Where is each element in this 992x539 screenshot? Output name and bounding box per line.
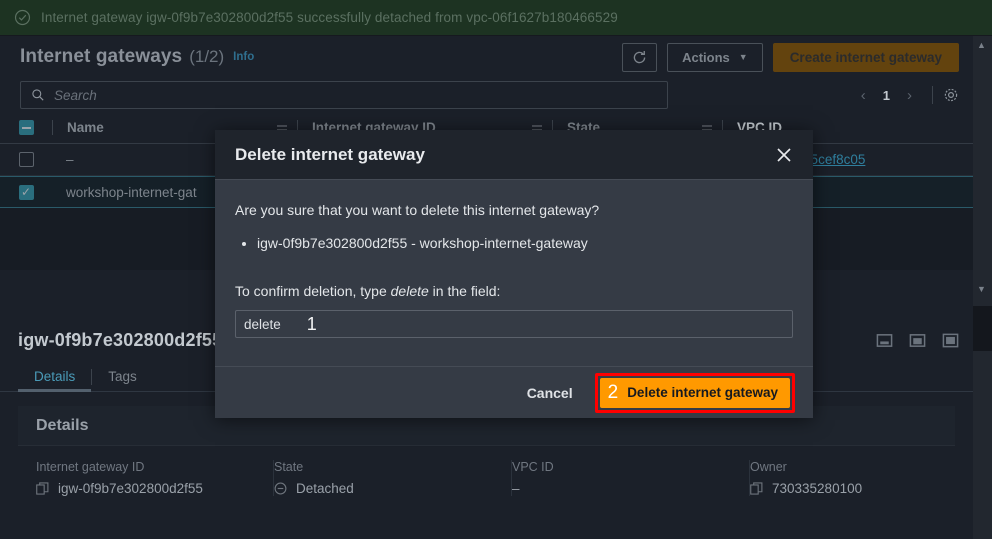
detail-field-value-row: 730335280100 (750, 481, 974, 496)
success-flash-message: Internet gateway igw-0f9b7e302800d2f55 s… (41, 10, 618, 25)
panel-action-buttons: Actions ▼ Create internet gateway (622, 42, 959, 72)
detail-field-owner: Owner 730335280100 (750, 460, 988, 496)
row-checkbox[interactable] (18, 152, 34, 167)
info-link[interactable]: Info (233, 51, 254, 63)
cancel-button[interactable]: Cancel (523, 379, 577, 407)
detail-field-label: Owner (750, 460, 787, 474)
detail-panel-title: igw-0f9b7e302800d2f55 (18, 329, 223, 350)
column-divider (52, 120, 53, 135)
scroll-thumb[interactable] (973, 306, 992, 351)
search-input[interactable]: Search (20, 81, 668, 109)
chevron-down-icon: ▼ (738, 51, 748, 62)
detail-field-value-row: Detached (274, 481, 497, 496)
actions-dropdown-button[interactable]: Actions ▼ (667, 42, 763, 72)
modal-body: Are you sure that you want to delete thi… (215, 180, 813, 338)
modal-target-list: igw-0f9b7e302800d2f55 - workshop-interne… (257, 235, 793, 251)
annotation-marker-1: 1 (306, 314, 317, 334)
gear-icon[interactable] (943, 87, 959, 103)
modal-title: Delete internet gateway (235, 144, 425, 164)
detail-field-label: VPC ID (512, 460, 554, 474)
actions-label: Actions (682, 49, 730, 65)
pagination: ‹ 1 › (851, 86, 959, 104)
detail-field-value: 730335280100 (772, 481, 863, 496)
pagination-page-1[interactable]: 1 (878, 88, 895, 103)
app-root: Internet gateway igw-0f9b7e302800d2f55 s… (0, 0, 992, 539)
annotation-marker-2: 2 (607, 382, 619, 403)
details-card-title: Details (36, 416, 89, 434)
copy-icon[interactable] (750, 482, 763, 495)
modal-footer: Cancel 2 Delete internet gateway (215, 366, 813, 418)
confirm-keyword: delete (390, 283, 429, 299)
select-all-checkbox[interactable] (18, 120, 34, 135)
scroll-down-icon[interactable]: ▼ (977, 284, 986, 294)
modal-question: Are you sure that you want to delete thi… (235, 202, 600, 218)
panel-split-bottom-icon[interactable] (876, 332, 893, 349)
page-title-count: (1/2) (189, 47, 225, 66)
detail-field-vpc-id: VPC ID – (512, 460, 750, 496)
pagination-next[interactable]: › (897, 87, 922, 104)
row-checkbox-cell: ✓ (0, 184, 52, 200)
detail-field-label: State (274, 460, 304, 474)
detail-field-value: igw-0f9b7e302800d2f55 (58, 481, 203, 496)
modal-confirm-instruction: To confirm deletion, type delete in the … (235, 283, 793, 299)
tab-details[interactable]: Details (18, 362, 92, 392)
select-all-checkbox-cell (0, 120, 52, 135)
detail-field-label: Internet gateway ID (36, 460, 145, 474)
delete-button-highlight: 2 Delete internet gateway (594, 372, 795, 413)
confirm-delete-input[interactable]: delete 1 (235, 310, 793, 338)
status-detached-icon (274, 482, 287, 495)
tab-tags[interactable]: Tags (92, 362, 153, 391)
success-flash-banner: Internet gateway igw-0f9b7e302800d2f55 s… (0, 0, 992, 36)
details-card: Details Internet gateway ID igw-0f9b7e30… (18, 406, 955, 496)
panel-full-icon[interactable] (942, 332, 959, 349)
confirm-suffix: in the field: (428, 283, 501, 299)
row-checkbox[interactable]: ✓ (18, 184, 34, 200)
delete-internet-gateway-button[interactable]: 2 Delete internet gateway (599, 377, 790, 408)
copy-icon[interactable] (36, 482, 49, 495)
panel-layout-controls (876, 332, 959, 349)
close-icon[interactable] (775, 146, 793, 164)
pagination-prev[interactable]: ‹ (851, 87, 876, 104)
search-icon (32, 89, 44, 101)
list-item: igw-0f9b7e302800d2f55 - workshop-interne… (257, 235, 793, 251)
detail-field-internet-gateway-id: Internet gateway ID igw-0f9b7e302800d2f5… (36, 460, 274, 496)
delete-button-label: Delete internet gateway (627, 385, 778, 400)
confirm-delete-input-value: delete (244, 316, 281, 332)
pagination-divider (932, 86, 933, 104)
refresh-icon (633, 50, 646, 63)
confirm-prefix: To confirm deletion, type (235, 283, 391, 299)
details-field-grid: Internet gateway ID igw-0f9b7e302800d2f5… (18, 446, 955, 496)
column-header-name-label: Name (67, 120, 104, 135)
detail-field-value-row: igw-0f9b7e302800d2f55 (36, 481, 259, 496)
delete-internet-gateway-modal: Delete internet gateway Are you sure tha… (215, 130, 813, 418)
panel-split-side-icon[interactable] (909, 332, 926, 349)
search-row: Search ‹ 1 › (0, 78, 973, 112)
refresh-button[interactable] (622, 42, 658, 72)
detail-field-state: State Detached (274, 460, 512, 496)
modal-header: Delete internet gateway (215, 130, 813, 180)
check-circle-icon (14, 9, 31, 26)
create-internet-gateway-button[interactable]: Create internet gateway (772, 42, 959, 72)
scroll-up-icon[interactable]: ▲ (977, 40, 986, 50)
status-badge: Detached (296, 481, 354, 496)
detail-field-value: – (512, 481, 520, 496)
detail-field-value-row: – (512, 481, 735, 496)
row-checkbox-cell (0, 152, 52, 167)
panel-header: Internet gateways (1/2) Info Actions ▼ C… (0, 36, 973, 78)
search-placeholder: Search (54, 87, 97, 103)
page-title: Internet gateways (20, 46, 183, 67)
page-vertical-scrollbar[interactable]: ▲ ▼ (973, 36, 992, 539)
